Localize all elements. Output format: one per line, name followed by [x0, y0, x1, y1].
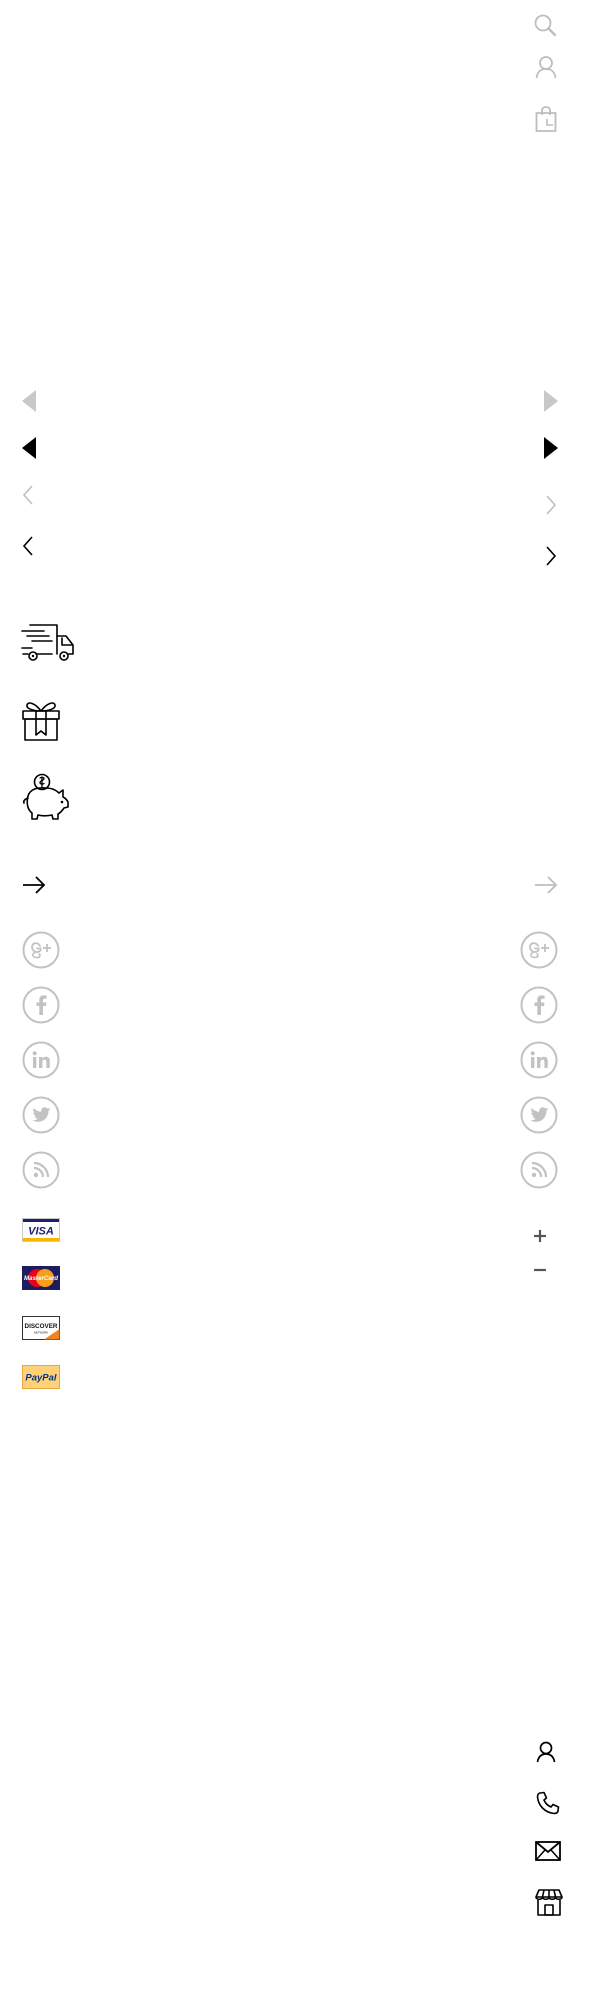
- minus-icon[interactable]: [533, 1267, 547, 1273]
- chevron-right-icon[interactable]: [546, 546, 557, 566]
- user-icon: [536, 1741, 556, 1763]
- store-icon: [535, 1889, 563, 1916]
- google-plus-icon[interactable]: [22, 931, 60, 969]
- visa-card-icon: VISA: [22, 1218, 60, 1242]
- facebook-icon[interactable]: [520, 986, 558, 1024]
- rss-icon[interactable]: [22, 1151, 60, 1189]
- discover-card-icon: DISCOVER NETWORK: [22, 1316, 60, 1340]
- paypal-card-icon: PayPal: [22, 1365, 60, 1389]
- paypal-label: PayPal: [25, 1373, 57, 1384]
- visa-label: VISA: [28, 1226, 54, 1238]
- piggy-bank-icon: [22, 773, 70, 820]
- triangle-right-icon[interactable]: [544, 437, 558, 459]
- linkedin-icon[interactable]: [520, 1041, 558, 1079]
- phone-icon: [536, 1791, 560, 1815]
- search-icon[interactable]: [533, 13, 557, 37]
- chevron-left-icon[interactable]: [22, 485, 33, 505]
- discover-label: DISCOVER: [25, 1323, 58, 1330]
- envelope-icon: [535, 1841, 561, 1861]
- chevron-right-icon[interactable]: [546, 495, 557, 515]
- twitter-icon[interactable]: [520, 1096, 558, 1134]
- gift-box-icon: [22, 701, 60, 741]
- triangle-right-icon[interactable]: [544, 390, 558, 412]
- plus-icon[interactable]: [533, 1229, 547, 1243]
- delivery-truck-icon: [21, 623, 76, 663]
- mastercard-label: MasterCard: [24, 1275, 58, 1282]
- arrow-right-icon[interactable]: [534, 876, 558, 894]
- arrow-right-icon[interactable]: [22, 876, 46, 894]
- linkedin-icon[interactable]: [22, 1041, 60, 1079]
- chevron-left-icon[interactable]: [22, 536, 33, 556]
- triangle-left-icon[interactable]: [22, 390, 36, 412]
- facebook-icon[interactable]: [22, 986, 60, 1024]
- user-icon[interactable]: [535, 55, 557, 79]
- triangle-left-icon[interactable]: [22, 437, 36, 459]
- shopping-bag-icon[interactable]: [535, 106, 557, 132]
- twitter-icon[interactable]: [22, 1096, 60, 1134]
- rss-icon[interactable]: [520, 1151, 558, 1189]
- discover-sublabel: NETWORK: [34, 1331, 48, 1335]
- mastercard-card-icon: MasterCard: [22, 1266, 60, 1290]
- google-plus-icon[interactable]: [520, 931, 558, 969]
